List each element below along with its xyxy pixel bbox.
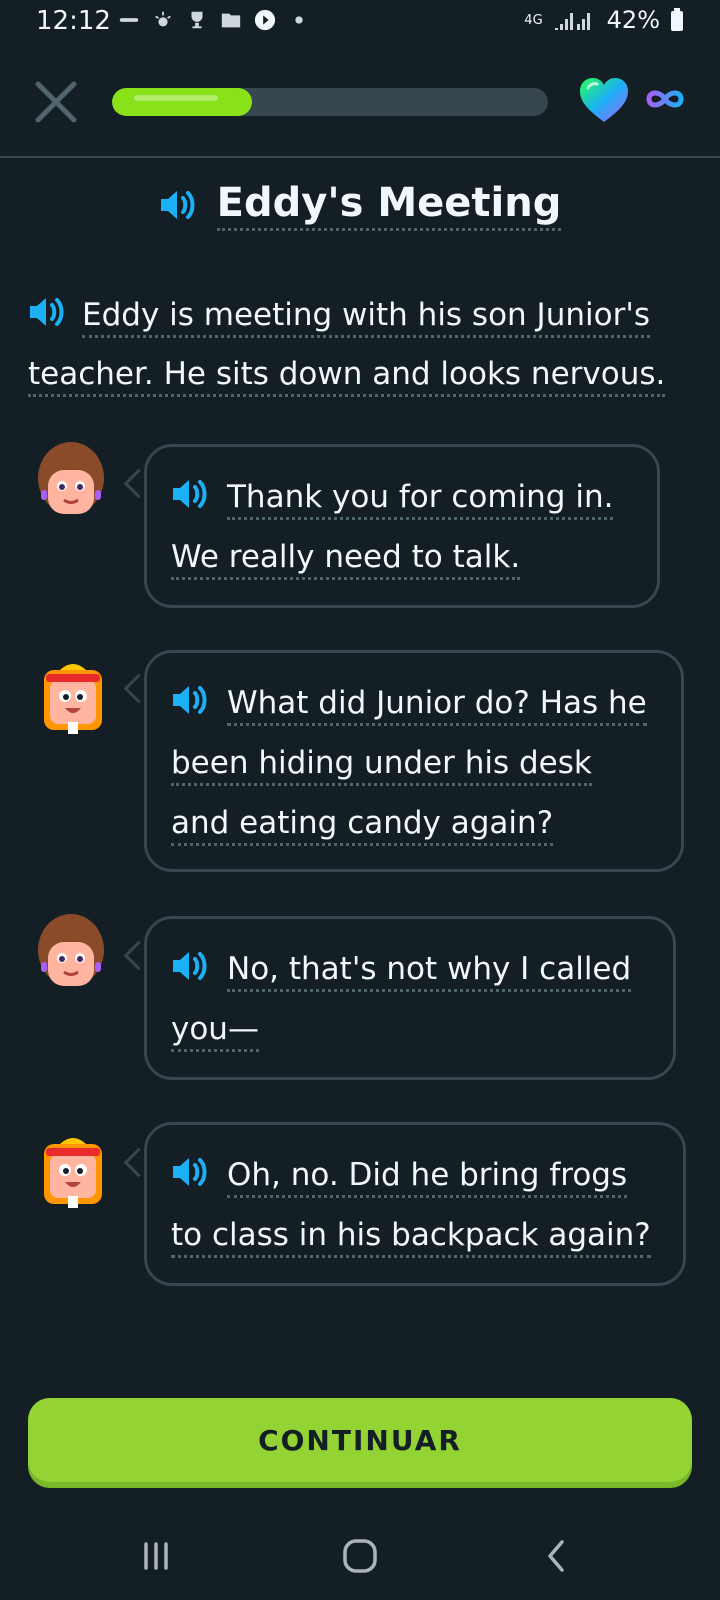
notification-app-icon	[119, 18, 139, 22]
trophy-icon	[191, 11, 203, 29]
speaker-icon[interactable]	[171, 477, 211, 511]
eddy-avatar	[44, 1138, 102, 1208]
narration-text[interactable]: Eddy is meeting with his son Junior's te…	[28, 297, 666, 397]
teacher-avatar	[38, 914, 104, 986]
speech-bubble: Oh, no. Did he bring frogs to class in h…	[144, 1122, 686, 1286]
lesson-progress-bar	[112, 88, 548, 116]
speech-bubble: No, that's not why I called you—	[144, 916, 676, 1080]
folder-icon	[221, 13, 241, 28]
notification-icons	[118, 9, 310, 31]
speech-bubble: Thank you for coming in. We really need …	[144, 444, 660, 608]
close-icon[interactable]	[34, 80, 78, 124]
progress-fill	[112, 88, 252, 116]
weather-icon	[155, 11, 171, 27]
back-icon[interactable]	[534, 1536, 582, 1576]
dialogue-text[interactable]: No, that's not why I called you—	[171, 951, 632, 1052]
eddy-avatar	[44, 664, 102, 734]
infinity-icon	[646, 90, 684, 108]
recent-apps-icon[interactable]	[132, 1536, 180, 1576]
more-dot-icon	[295, 16, 303, 24]
teacher-avatar	[38, 442, 104, 514]
story-title-row: Eddy's Meeting	[0, 170, 720, 240]
heart-icon[interactable]	[578, 76, 630, 124]
status-right: 4G 42%	[524, 6, 684, 34]
speaker-icon[interactable]	[159, 188, 199, 222]
status-bar: 12:12 4G 42%	[0, 0, 720, 46]
lesson-header	[0, 60, 720, 158]
narration-text-block: Eddy is meeting with his son Junior's te…	[28, 286, 688, 404]
speaker-icon[interactable]	[171, 1155, 211, 1189]
status-time: 12:12	[36, 6, 111, 36]
progress-shine	[134, 95, 218, 101]
dialogue-text[interactable]: Oh, no. Did he bring frogs to class in h…	[171, 1157, 651, 1258]
continue-button[interactable]: CONTINUAR	[28, 1398, 692, 1482]
signal-icon	[554, 13, 590, 30]
network-label: 4G	[524, 12, 543, 28]
battery-percent: 42%	[606, 6, 660, 34]
speaker-icon[interactable]	[171, 683, 211, 717]
dialogue-text[interactable]: Thank you for coming in. We really need …	[171, 479, 614, 580]
play-icon	[254, 9, 276, 31]
speaker-icon[interactable]	[171, 949, 211, 983]
story-title[interactable]: Eddy's Meeting	[216, 180, 562, 231]
home-icon[interactable]	[336, 1536, 384, 1576]
system-nav-bar	[0, 1520, 720, 1600]
speech-bubble: What did Junior do? Has he been hiding u…	[144, 650, 684, 872]
speaker-icon[interactable]	[28, 295, 68, 329]
dialogue-text[interactable]: What did Junior do? Has he been hiding u…	[171, 685, 647, 846]
battery-icon	[671, 8, 683, 31]
